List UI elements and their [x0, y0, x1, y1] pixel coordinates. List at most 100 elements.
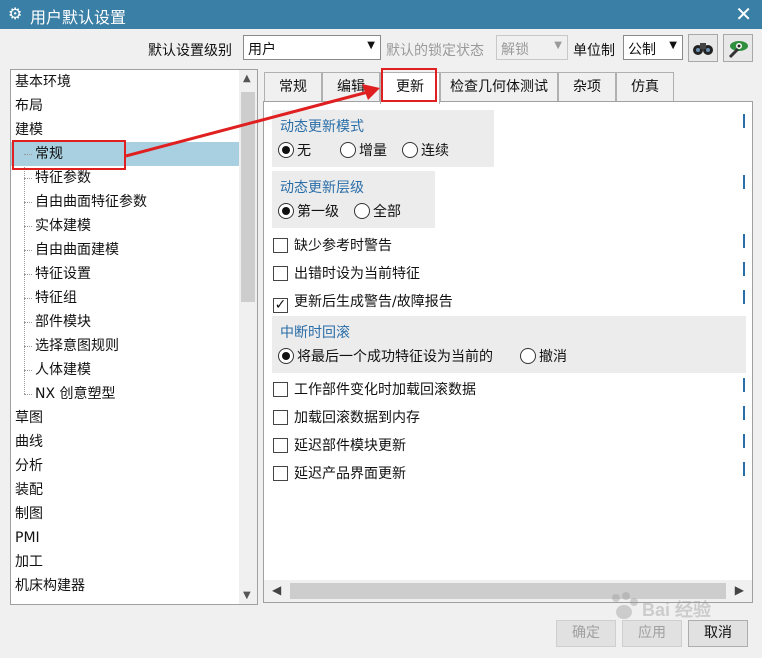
dynamic-update-mode-group: 动态更新模式 无 增量 连续: [272, 110, 494, 167]
tree-item[interactable]: NX 创意塑型: [11, 382, 239, 406]
checkbox-warn-missing-ref[interactable]: 缺少参考时警告: [273, 235, 392, 255]
info-marker: [743, 234, 745, 248]
title-bar: ⚙ 用户默认设置 ✕: [0, 0, 762, 29]
checkbox-icon: [273, 382, 288, 397]
tree-item[interactable]: 实体建模: [11, 214, 239, 238]
settings-button[interactable]: [723, 34, 753, 62]
tree-item[interactable]: 常规: [11, 142, 239, 166]
chevron-up-icon[interactable]: ▲: [243, 73, 251, 84]
chevron-left-icon[interactable]: ◀: [272, 583, 281, 597]
tab-misc[interactable]: 杂项: [558, 72, 616, 102]
tree-item[interactable]: 特征设置: [11, 262, 239, 286]
info-marker: [743, 406, 745, 420]
checkbox-icon: [273, 238, 288, 253]
checkbox-error-set-current[interactable]: 出错时设为当前特征: [273, 263, 420, 283]
checkbox-icon: [273, 410, 288, 425]
radio-icon: [278, 203, 294, 219]
chevron-right-icon[interactable]: ▶: [735, 583, 744, 597]
tab-simulation[interactable]: 仿真: [616, 72, 674, 102]
tree-item[interactable]: 人体建模: [11, 358, 239, 382]
baidu-watermark: Bai 经验: [602, 588, 722, 628]
tree-item[interactable]: 建模: [11, 118, 239, 142]
tree-guide-tick: [24, 250, 32, 251]
info-marker: [743, 114, 745, 128]
tree-item[interactable]: 曲线: [11, 430, 239, 454]
tree-guide-tick: [24, 178, 32, 179]
radio-first-level[interactable]: 第一级: [278, 201, 339, 221]
tab-update[interactable]: 更新: [380, 72, 440, 104]
find-button[interactable]: [688, 34, 718, 62]
tree-item[interactable]: 机床构建器: [11, 574, 239, 598]
tree-item[interactable]: 草图: [11, 406, 239, 430]
radio-last-successful[interactable]: 将最后一个成功特征设为当前的: [278, 346, 493, 366]
tree-guide-tick: [24, 298, 32, 299]
checkbox-icon: [273, 438, 288, 453]
tree-item[interactable]: 加工: [11, 550, 239, 574]
info-marker: [743, 462, 745, 476]
lock-label: 默认的锁定状态: [386, 43, 484, 59]
tree-item[interactable]: 分析: [11, 454, 239, 478]
chevron-down-icon: ▼: [554, 40, 562, 51]
level-select[interactable]: 用户 ▼: [243, 35, 381, 60]
tab-general[interactable]: 常规: [264, 72, 322, 102]
group-title: 动态更新模式: [280, 119, 364, 135]
radio-undo[interactable]: 撤消: [520, 346, 567, 366]
checkbox-icon: [273, 266, 288, 281]
checkbox-load-rollback-memory[interactable]: 加载回滚数据到内存: [273, 407, 420, 427]
close-icon[interactable]: ✕: [735, 2, 752, 26]
info-marker: [743, 434, 745, 448]
tree-item[interactable]: 自由曲面建模: [11, 238, 239, 262]
chevron-down-icon[interactable]: ▼: [243, 590, 251, 601]
tree-item[interactable]: PMI: [11, 526, 239, 550]
window-title: 用户默认设置: [30, 8, 127, 27]
tree-scroll-thumb[interactable]: [241, 92, 255, 302]
unit-select[interactable]: 公制 ▼: [623, 35, 683, 60]
tree-item[interactable]: 自由曲面特征参数: [11, 190, 239, 214]
radio-icon: [402, 142, 418, 158]
tree-item[interactable]: 制图: [11, 502, 239, 526]
radio-incremental[interactable]: 增量: [340, 140, 387, 160]
checkbox-delay-module-update[interactable]: 延迟部件模块更新: [273, 435, 406, 455]
lock-select[interactable]: 解锁 ▼: [496, 35, 568, 60]
radio-continuous[interactable]: 连续: [402, 140, 449, 160]
radio-icon: [278, 348, 294, 364]
tree-item[interactable]: 布局: [11, 94, 239, 118]
radio-icon: [520, 348, 536, 364]
checkbox-generate-report[interactable]: ✓ 更新后生成警告/故障报告: [273, 291, 453, 313]
tree-guide-tick: [24, 370, 32, 371]
gear-icon: ⚙: [8, 4, 23, 23]
radio-icon: [278, 142, 294, 158]
checkbox-load-rollback-on-change[interactable]: 工作部件变化时加载回滚数据: [273, 379, 476, 399]
tree-item[interactable]: 特征组: [11, 286, 239, 310]
tree-guide-tick: [24, 202, 32, 203]
tab-edit[interactable]: 编辑: [322, 72, 380, 102]
rollback-on-interrupt-group: 中断时回滚 将最后一个成功特征设为当前的 撤消: [272, 316, 746, 373]
info-marker: [743, 175, 745, 189]
tree-guide-tick: [24, 274, 32, 275]
tree-item[interactable]: 特征参数: [11, 166, 239, 190]
tree-item[interactable]: 基本环境: [11, 70, 239, 94]
tree-guide-tick: [24, 346, 32, 347]
tree-guide-tick: [24, 394, 32, 395]
checkbox-icon: [273, 466, 288, 481]
info-marker: [743, 290, 745, 304]
tree-item[interactable]: 装配: [11, 478, 239, 502]
radio-none[interactable]: 无: [278, 140, 311, 160]
tree-item[interactable]: 部件模块: [11, 310, 239, 334]
info-marker: [743, 378, 745, 392]
unit-value: 公制: [628, 42, 656, 58]
chevron-down-icon: ▼: [669, 40, 677, 51]
checkmark-icon: ✓: [273, 297, 288, 313]
group-title: 动态更新层级: [280, 180, 364, 196]
level-value: 用户: [248, 42, 276, 58]
svg-text:Bai 经验: Bai 经验: [642, 599, 712, 620]
tree-scrollbar[interactable]: ▲ ▼: [239, 70, 257, 604]
dynamic-update-level-group: 动态更新层级 第一级 全部: [272, 171, 435, 228]
lock-value: 解锁: [501, 42, 529, 58]
radio-all[interactable]: 全部: [354, 201, 401, 221]
tree-item[interactable]: 选择意图规则: [11, 334, 239, 358]
tab-check-geometry[interactable]: 检查几何体测试: [440, 72, 558, 102]
level-label: 默认设置级别: [148, 43, 232, 59]
tree-guide-tick: [24, 322, 32, 323]
checkbox-delay-interface-update[interactable]: 延迟产品界面更新: [273, 463, 406, 483]
